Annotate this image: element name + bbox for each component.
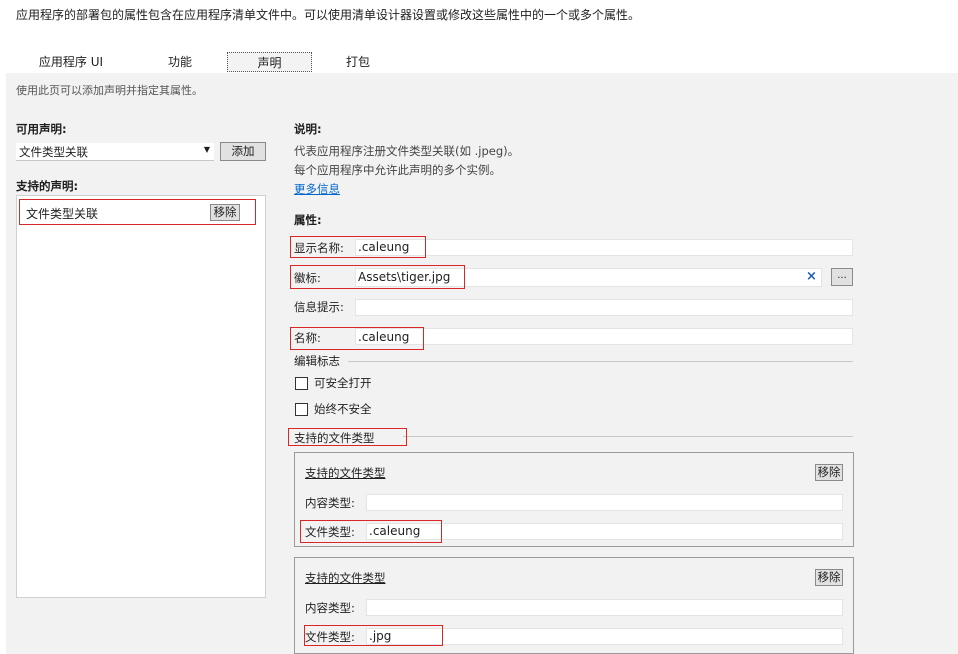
- supported-file-types-label: 支持的文件类型: [294, 431, 375, 445]
- name-value: .caleung: [358, 330, 410, 344]
- file-type-value: .caleung: [369, 524, 421, 538]
- edit-flags-label: 编辑标志: [294, 354, 340, 368]
- supported-declarations-list: [16, 195, 266, 598]
- divider: [348, 361, 853, 362]
- dropdown-selected-value: 文件类型关联: [19, 145, 88, 159]
- tab-declarations[interactable]: 声明: [227, 52, 312, 72]
- content-type-field[interactable]: [366, 599, 843, 616]
- tab-bar: 应用程序 UI 功能 声明 打包: [0, 50, 958, 74]
- name-label: 名称:: [294, 331, 321, 345]
- add-declaration-button[interactable]: 添加: [220, 142, 266, 161]
- more-info-link[interactable]: 更多信息: [294, 181, 340, 197]
- always-unsafe-label: 始终不安全: [314, 402, 372, 416]
- open-safe-checkbox[interactable]: [295, 377, 308, 390]
- chevron-down-icon: ▼: [203, 145, 210, 154]
- content-type-label: 内容类型:: [305, 601, 355, 615]
- supported-declaration-item[interactable]: 文件类型关联: [26, 205, 98, 222]
- info-tip-field[interactable]: [355, 299, 853, 316]
- file-type-label: 文件类型:: [305, 630, 355, 644]
- description-line-2: 每个应用程序中允许此声明的多个实例。: [294, 163, 501, 177]
- tab-packaging[interactable]: 打包: [330, 52, 386, 72]
- file-type-panel-title: 支持的文件类型: [305, 571, 386, 585]
- browse-button[interactable]: ...: [831, 268, 853, 286]
- description-line-1: 代表应用程序注册文件类型关联(如 .jpeg)。: [294, 144, 520, 158]
- name-field[interactable]: [355, 328, 853, 345]
- page-hint: 使用此页可以添加声明并指定其属性。: [16, 84, 203, 97]
- properties-heading: 属性:: [294, 213, 322, 227]
- content-type-field[interactable]: [366, 494, 843, 511]
- remove-file-type-button[interactable]: 移除: [815, 464, 843, 481]
- supported-declarations-label: 支持的声明:: [16, 179, 79, 193]
- file-type-panel-title: 支持的文件类型: [305, 466, 386, 480]
- open-safe-label: 可安全打开: [314, 376, 372, 390]
- file-type-value: .jpg: [369, 629, 392, 643]
- display-name-field[interactable]: [355, 239, 853, 256]
- clear-icon[interactable]: ×: [806, 269, 817, 284]
- tab-application-ui[interactable]: 应用程序 UI: [30, 52, 112, 72]
- logo-value: Assets\tiger.jpg: [358, 270, 451, 284]
- remove-file-type-button[interactable]: 移除: [815, 569, 843, 586]
- manifest-description: 应用程序的部署包的属性包含在应用程序清单文件中。可以使用清单设计器设置或修改这些…: [16, 8, 641, 22]
- remove-declaration-button[interactable]: 移除: [210, 204, 240, 221]
- divider: [403, 436, 853, 437]
- available-declarations-label: 可用声明:: [16, 122, 67, 136]
- display-name-label: 显示名称:: [294, 241, 344, 255]
- info-tip-label: 信息提示:: [294, 300, 344, 314]
- display-name-value: .caleung: [358, 240, 410, 254]
- file-type-label: 文件类型:: [305, 525, 355, 539]
- content-type-label: 内容类型:: [305, 496, 355, 510]
- available-declarations-dropdown[interactable]: 文件类型关联 ▼: [16, 143, 214, 161]
- description-heading: 说明:: [294, 122, 322, 136]
- tab-capabilities[interactable]: 功能: [152, 52, 208, 72]
- logo-label: 徽标:: [294, 271, 321, 285]
- always-unsafe-checkbox[interactable]: [295, 403, 308, 416]
